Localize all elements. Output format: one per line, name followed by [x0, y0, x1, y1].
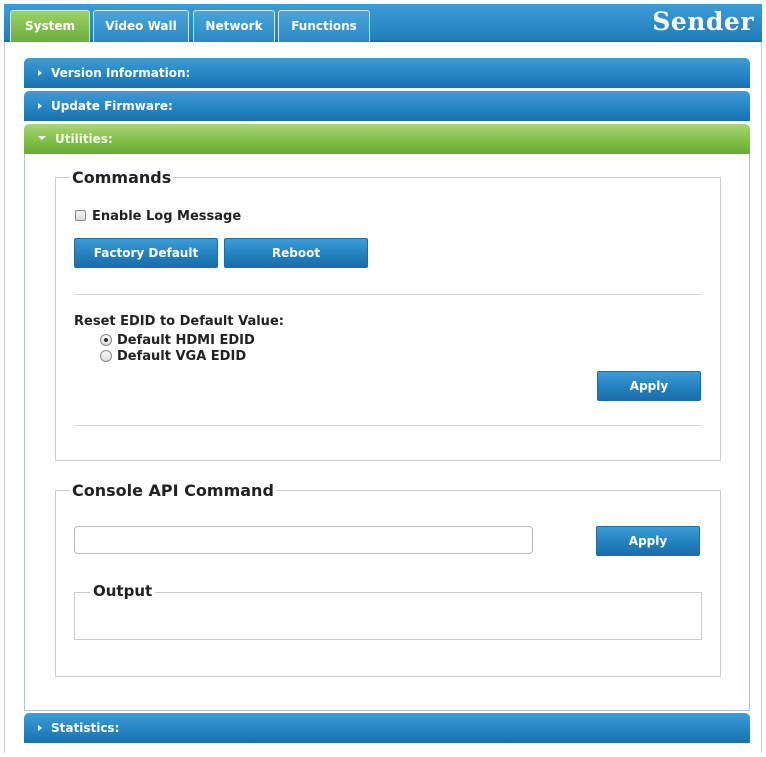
chevron-right-icon: [38, 724, 42, 731]
accordion-label: Statistics:: [51, 721, 120, 735]
chevron-right-icon: [38, 69, 42, 76]
accordion-utilities[interactable]: Utilities:: [24, 124, 750, 154]
accordion-label: Update Firmware:: [51, 99, 173, 113]
enable-log-checkbox[interactable]: [75, 210, 86, 221]
tab-system[interactable]: System: [10, 10, 90, 42]
radio-label-hdmi: Default HDMI EDID: [117, 333, 255, 348]
accordion-statistics[interactable]: Statistics:: [24, 713, 750, 743]
radio-default-vga-edid[interactable]: [100, 350, 112, 362]
chevron-down-icon: [38, 135, 46, 140]
radio-default-hdmi-edid[interactable]: [100, 334, 112, 346]
console-api-group: Console API Command: [55, 481, 721, 677]
commands-legend: Commands: [72, 168, 172, 187]
chevron-right-icon: [38, 102, 42, 109]
divider: [74, 425, 702, 426]
radio-label-vga: Default VGA EDID: [117, 349, 247, 364]
edid-apply-button[interactable]: Apply: [597, 371, 701, 401]
reboot-button[interactable]: Reboot: [224, 238, 368, 268]
accordion-label: Version Information:: [51, 66, 191, 80]
accordion-version-information[interactable]: Version Information:: [24, 58, 750, 88]
output-box: [74, 592, 702, 640]
factory-default-button[interactable]: Factory Default: [74, 238, 218, 268]
accordion-update-firmware[interactable]: Update Firmware:: [24, 91, 750, 121]
top-nav-bar: System Video Wall Network Functions Send…: [4, 4, 762, 42]
enable-log-label: Enable Log Message: [92, 209, 242, 224]
reset-edid-label: Reset EDID to Default Value:: [74, 314, 284, 329]
tab-network[interactable]: Network: [193, 10, 275, 42]
console-api-legend: Console API Command: [72, 481, 274, 500]
accordion-label: Utilities:: [55, 132, 113, 146]
tab-functions[interactable]: Functions: [278, 10, 370, 42]
output-legend: Output: [90, 582, 156, 600]
console-apply-button[interactable]: Apply: [596, 526, 700, 556]
brand-title: Sender: [652, 7, 754, 36]
tab-video-wall[interactable]: Video Wall: [93, 10, 189, 42]
divider: [74, 294, 702, 295]
console-command-input[interactable]: [74, 526, 533, 554]
